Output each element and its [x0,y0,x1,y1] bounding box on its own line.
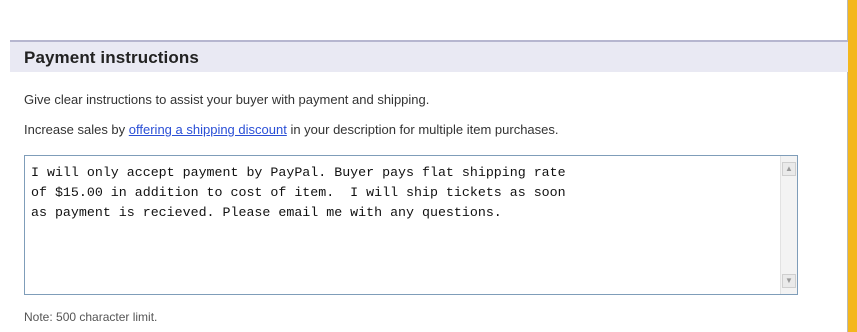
section-title: Payment instructions [24,48,199,67]
help-line2-prefix: Increase sales by [24,122,129,137]
section-header: Payment instructions [10,40,848,72]
arrow-down-icon[interactable]: ▼ [782,274,796,288]
help-text-line2: Increase sales by offering a shipping di… [24,122,559,137]
shipping-discount-link[interactable]: offering a shipping discount [129,122,287,137]
help-line2-suffix: in your description for multiple item pu… [286,122,559,137]
payment-instructions-textarea[interactable]: I will only accept payment by PayPal. Bu… [24,155,798,295]
arrow-up-icon[interactable]: ▲ [782,162,796,176]
textarea-content: I will only accept payment by PayPal. Bu… [31,165,566,220]
help-text-line1: Give clear instructions to assist your b… [24,92,430,107]
payment-panel: Payment instructions Give clear instruct… [0,0,848,332]
textarea-scrollbar[interactable]: ▲ ▼ [780,156,797,294]
character-limit-note: Note: 500 character limit. [24,310,158,324]
